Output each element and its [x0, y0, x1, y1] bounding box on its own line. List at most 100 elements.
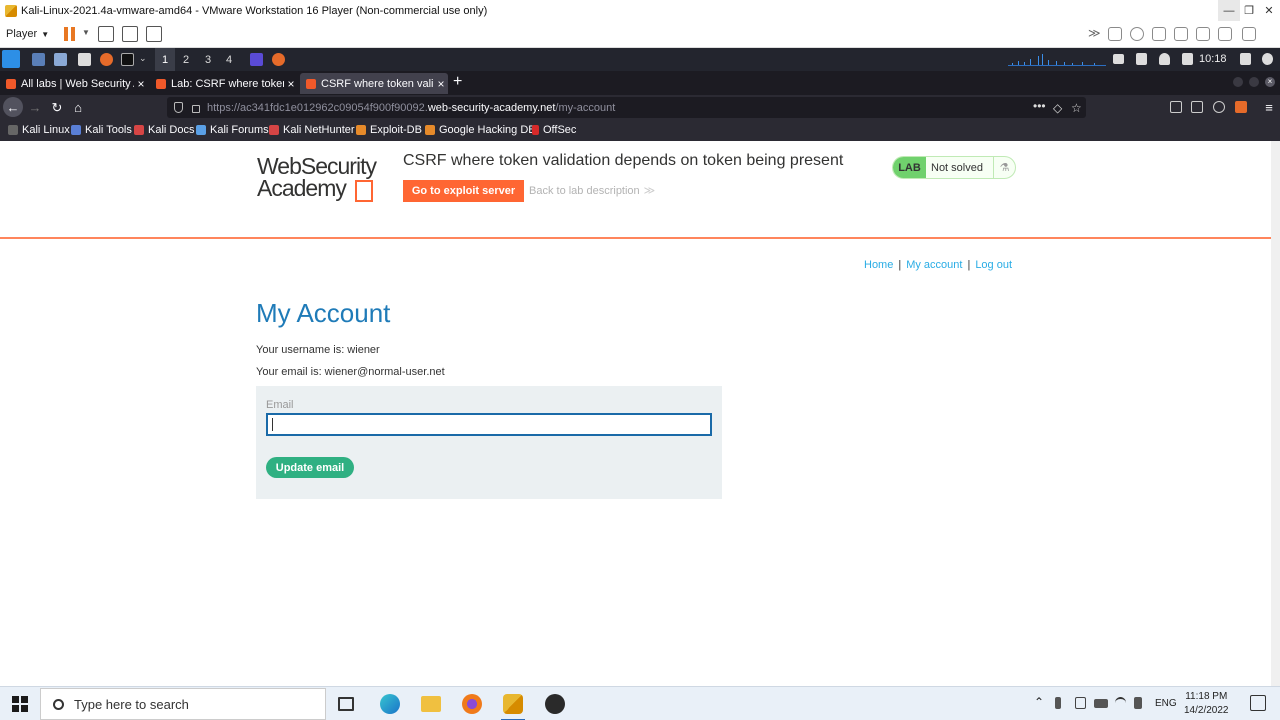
- notifications-icon[interactable]: [1159, 53, 1170, 65]
- my-account-link[interactable]: My account: [906, 259, 962, 271]
- notification-center-icon[interactable]: [1250, 695, 1266, 711]
- close-tab-icon[interactable]: ×: [284, 77, 298, 91]
- network-icon[interactable]: [1152, 27, 1166, 41]
- pause-dropdown-icon[interactable]: ▼: [82, 28, 90, 37]
- tracking-shield-icon[interactable]: [174, 102, 183, 113]
- firefox-icon[interactable]: [100, 53, 113, 66]
- close-button[interactable]: ✕: [1258, 0, 1280, 21]
- bookmark-kali-forums[interactable]: Kali Forums: [196, 124, 269, 136]
- edge-icon[interactable]: [380, 694, 400, 714]
- printer-icon[interactable]: [1218, 27, 1232, 41]
- unity-icon[interactable]: [146, 26, 162, 42]
- pocket-icon[interactable]: ◇: [1053, 101, 1062, 115]
- workspace-1[interactable]: 1: [155, 48, 175, 71]
- reload-button[interactable]: ↻: [46, 97, 68, 118]
- minimize-button[interactable]: —: [1218, 0, 1240, 21]
- bookmark-star-icon[interactable]: ☆: [1071, 101, 1082, 115]
- bookmark-kali-linux[interactable]: Kali Linux: [8, 124, 70, 136]
- window-close-icon[interactable]: ×: [1265, 77, 1275, 87]
- send-ctrl-alt-del-icon[interactable]: [98, 26, 114, 42]
- tab-current[interactable]: CSRF where token validation ×: [300, 73, 448, 94]
- speaker-icon[interactable]: [1134, 697, 1142, 709]
- email-input[interactable]: [266, 413, 712, 436]
- url-bar[interactable]: https://ac341fdc1e012962c09054f900f90092…: [167, 97, 1086, 118]
- web-security-academy-logo[interactable]: WebSecurity Academy: [257, 155, 392, 205]
- maximize-button[interactable]: ❐: [1238, 0, 1260, 21]
- bookmark-kali-nethunter[interactable]: Kali NetHunter: [269, 124, 355, 136]
- workspace-4[interactable]: 4: [219, 48, 239, 71]
- kali-menu-icon[interactable]: [2, 50, 20, 68]
- bookmark-kali-tools[interactable]: Kali Tools: [71, 124, 132, 136]
- player-menu[interactable]: Player ▼: [6, 28, 49, 40]
- page-scrollbar[interactable]: [1271, 141, 1280, 686]
- usb-icon[interactable]: [1174, 27, 1188, 41]
- url-text[interactable]: https://ac341fdc1e012962c09054f900f90092…: [207, 102, 615, 114]
- power-icon[interactable]: [1262, 53, 1273, 65]
- firefox-window-icon[interactable]: [272, 53, 285, 66]
- taskbar-clock[interactable]: 11:18 PM 14/2/2022: [1184, 690, 1229, 718]
- wifi-icon[interactable]: [1115, 697, 1126, 709]
- cd-icon[interactable]: [1130, 27, 1144, 41]
- firefox-taskbar-icon[interactable]: [462, 694, 482, 714]
- file-explorer-icon[interactable]: [421, 696, 441, 712]
- back-to-description-link[interactable]: Back to lab description ≫: [529, 184, 655, 197]
- hard-disk-icon[interactable]: [1108, 27, 1122, 41]
- foxyproxy-icon[interactable]: [1235, 101, 1247, 113]
- lock-icon[interactable]: [1240, 53, 1251, 65]
- bookmark-kali-docs[interactable]: Kali Docs: [134, 124, 194, 136]
- menu-icon[interactable]: ≡: [1258, 97, 1280, 118]
- bookmark-offsec[interactable]: OffSec: [532, 124, 576, 136]
- fit-guest-icon[interactable]: [122, 26, 138, 42]
- obs-icon[interactable]: [545, 694, 565, 714]
- task-view-icon[interactable]: [338, 697, 354, 711]
- workspace-3[interactable]: 3: [198, 48, 218, 71]
- new-tab-button[interactable]: +: [453, 73, 462, 91]
- window-minimize-icon[interactable]: [1233, 77, 1243, 87]
- display-tray-icon[interactable]: [1113, 54, 1124, 64]
- show-hidden-icons[interactable]: ⌃: [1034, 695, 1044, 709]
- chevron-down-icon[interactable]: ⌄: [139, 53, 147, 64]
- battery-icon[interactable]: [1094, 699, 1108, 708]
- workspace-2[interactable]: 2: [176, 48, 196, 71]
- update-email-button[interactable]: Update email: [266, 457, 354, 478]
- close-tab-icon[interactable]: ×: [134, 77, 148, 91]
- volume-icon[interactable]: [1136, 53, 1147, 65]
- desktop-icon[interactable]: [32, 53, 45, 66]
- pause-icon[interactable]: [64, 27, 76, 41]
- taskbar-search[interactable]: Type here to search: [40, 688, 326, 720]
- files-icon[interactable]: [54, 53, 67, 66]
- microphone-icon[interactable]: [1055, 697, 1061, 709]
- device-icon[interactable]: [1075, 697, 1086, 709]
- bookmark-google-hacking-db[interactable]: Google Hacking DB: [425, 124, 536, 136]
- tab-lab-description[interactable]: Lab: CSRF where token validation ×: [150, 73, 298, 94]
- chevron-down-icon: ▼: [41, 29, 50, 39]
- devices-more-icon[interactable]: ≫: [1088, 26, 1101, 40]
- account-icon[interactable]: [1213, 101, 1225, 113]
- editor-icon[interactable]: [78, 53, 91, 66]
- flask-icon: ⚗: [993, 157, 1015, 178]
- sound-icon[interactable]: [1196, 27, 1210, 41]
- panel-clock[interactable]: 10:18: [1199, 53, 1227, 65]
- lock-icon[interactable]: [192, 104, 200, 113]
- sidebar-icon[interactable]: [1191, 101, 1203, 113]
- display-icon[interactable]: [1242, 27, 1256, 41]
- window-maximize-icon[interactable]: [1249, 77, 1259, 87]
- language-indicator[interactable]: ENG: [1155, 698, 1177, 709]
- tab-all-labs[interactable]: All labs | Web Security Academy ×: [0, 73, 148, 94]
- vmware-titlebar: Kali-Linux-2021.4a-vmware-amd64 - VMware…: [0, 0, 1280, 21]
- exploit-server-button[interactable]: Go to exploit server: [403, 180, 524, 202]
- back-button[interactable]: ←: [3, 97, 23, 117]
- bookmark-exploit-db[interactable]: Exploit-DB: [356, 124, 422, 136]
- windows-start-icon[interactable]: [12, 696, 28, 712]
- close-tab-icon[interactable]: ×: [434, 77, 448, 91]
- vmware-taskbar-icon[interactable]: [501, 694, 525, 720]
- burp-icon[interactable]: [250, 53, 263, 66]
- library-icon[interactable]: [1170, 101, 1182, 113]
- home-link[interactable]: Home: [864, 259, 893, 271]
- battery-icon[interactable]: [1182, 53, 1193, 65]
- log-out-link[interactable]: Log out: [975, 259, 1012, 271]
- terminal-icon[interactable]: [121, 53, 134, 66]
- home-button[interactable]: ⌂: [67, 97, 89, 118]
- forward-button[interactable]: →: [24, 97, 46, 118]
- page-actions-icon[interactable]: •••: [1033, 99, 1046, 113]
